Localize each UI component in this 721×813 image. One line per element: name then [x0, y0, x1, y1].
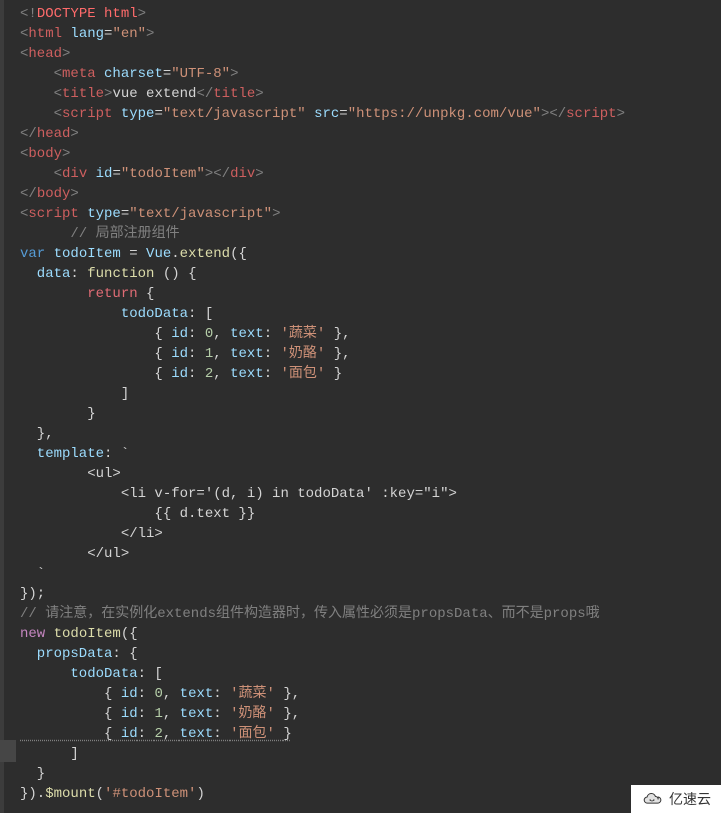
code-line[interactable]: { id: 1, text: '奶酪' },	[20, 344, 721, 364]
code-line[interactable]: ]	[20, 744, 721, 764]
code-line[interactable]: <li v-for='(d, i) in todoData' :key="i">	[20, 484, 721, 504]
code-line[interactable]: <title>vue extend</title>	[20, 84, 721, 104]
code-line[interactable]: { id: 2, text: '面包' }	[20, 364, 721, 384]
code-line[interactable]: <meta charset="UTF-8">	[20, 64, 721, 84]
code-line[interactable]: <html lang="en">	[20, 24, 721, 44]
code-line[interactable]: todoData: [	[20, 304, 721, 324]
cloud-icon	[641, 789, 663, 809]
code-line[interactable]: { id: 1, text: '奶酪' },	[20, 704, 721, 724]
watermark-text: 亿速云	[669, 789, 711, 809]
code-line[interactable]: { id: 0, text: '蔬菜' },	[20, 324, 721, 344]
gutter-marker	[0, 740, 16, 762]
editor-gutter	[0, 0, 4, 813]
code-line[interactable]: </body>	[20, 184, 721, 204]
code-line[interactable]: </ul>	[20, 544, 721, 564]
code-line[interactable]: <ul>	[20, 464, 721, 484]
code-line[interactable]: <script type="text/javascript" src="http…	[20, 104, 721, 124]
code-line[interactable]: <script type="text/javascript">	[20, 204, 721, 224]
code-line[interactable]: }	[20, 764, 721, 784]
code-line[interactable]: });	[20, 584, 721, 604]
code-line[interactable]: }	[20, 404, 721, 424]
code-line[interactable]: new todoItem({	[20, 624, 721, 644]
code-line[interactable]: { id: 0, text: '蔬菜' },	[20, 684, 721, 704]
watermark-badge: 亿速云	[631, 785, 721, 813]
code-line[interactable]: template: `	[20, 444, 721, 464]
code-line[interactable]: </head>	[20, 124, 721, 144]
code-line[interactable]: return {	[20, 284, 721, 304]
code-line[interactable]: <div id="todoItem"></div>	[20, 164, 721, 184]
code-editor[interactable]: <!DOCTYPE html><html lang="en"><head> <m…	[0, 0, 721, 808]
code-line[interactable]: var todoItem = Vue.extend({	[20, 244, 721, 264]
code-line[interactable]: // 请注意，在实例化extends组件构造器时，传入属性必须是propsDat…	[20, 604, 721, 624]
code-line[interactable]: {{ d.text }}	[20, 504, 721, 524]
code-line[interactable]: <head>	[20, 44, 721, 64]
code-line[interactable]: todoData: [	[20, 664, 721, 684]
code-line[interactable]: <!DOCTYPE html>	[20, 4, 721, 24]
code-line[interactable]: propsData: {	[20, 644, 721, 664]
code-line[interactable]: `	[20, 564, 721, 584]
code-line[interactable]: },	[20, 424, 721, 444]
code-line[interactable]: ]	[20, 384, 721, 404]
code-line[interactable]: // 局部注册组件	[20, 224, 721, 244]
code-line[interactable]: }).$mount('#todoItem')	[20, 784, 721, 804]
code-line[interactable]: { id: 2, text: '面包' }	[20, 724, 721, 744]
code-line[interactable]: </li>	[20, 524, 721, 544]
code-line[interactable]: data: function () {	[20, 264, 721, 284]
code-line[interactable]: <body>	[20, 144, 721, 164]
